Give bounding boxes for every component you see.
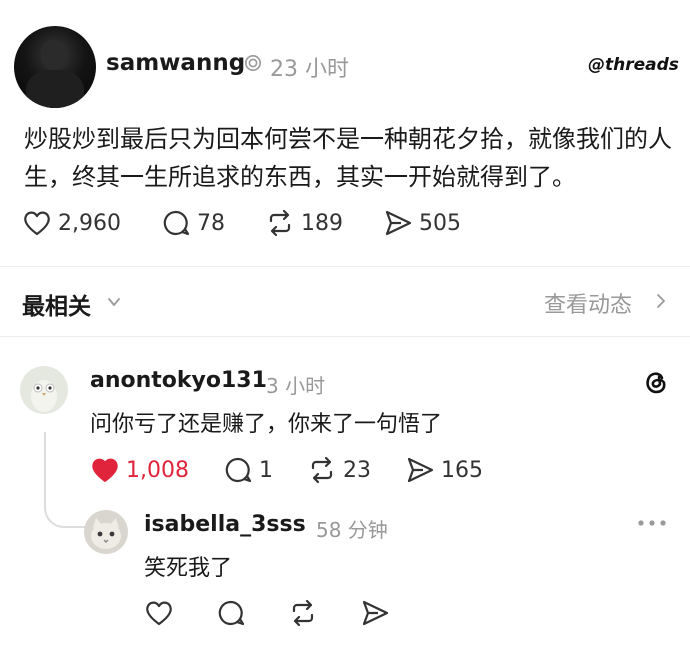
- repost-button[interactable]: 23: [307, 455, 371, 485]
- chevron-right-icon[interactable]: [654, 292, 668, 310]
- repost-count: 23: [342, 457, 371, 483]
- heart-icon: [24, 211, 50, 236]
- threads-logo-mark-icon: @: [588, 55, 605, 75]
- verified-icon: [244, 54, 262, 72]
- send-icon: [407, 457, 434, 483]
- share-button[interactable]: [360, 598, 390, 628]
- sort-dropdown[interactable]: 最相关: [22, 287, 91, 321]
- repost-icon: [292, 599, 314, 627]
- reply-thread-line: [44, 432, 86, 528]
- repost-icon: [269, 209, 291, 237]
- divider: [0, 266, 690, 267]
- reply-button[interactable]: [216, 598, 246, 628]
- repost-count: 189: [300, 210, 343, 236]
- post-author-avatar[interactable]: [14, 26, 96, 108]
- reply-author-username[interactable]: isabella_3sss: [144, 512, 306, 537]
- owl-avatar-icon: [31, 380, 57, 412]
- avatar-figure-head: [41, 40, 67, 70]
- like-count: 1,008: [126, 457, 189, 483]
- reply-author-avatar[interactable]: [84, 510, 128, 554]
- comment-bubble-icon: [163, 210, 190, 236]
- threads-logo: @threads: [588, 55, 679, 75]
- comment-action-bar: 1,008 1 23 165: [90, 455, 523, 485]
- share-button[interactable]: 505: [383, 208, 461, 238]
- repost-button[interactable]: 189: [265, 208, 343, 238]
- comment-timestamp: 3 小时: [266, 374, 326, 398]
- heart-filled-icon: [92, 458, 118, 482]
- comment-author-avatar[interactable]: [20, 366, 68, 414]
- chevron-down-icon[interactable]: [106, 294, 122, 310]
- repost-button[interactable]: [288, 598, 318, 628]
- view-activity-link[interactable]: 查看动态: [544, 287, 632, 319]
- divider: [0, 336, 690, 337]
- threads-app-icon[interactable]: [640, 366, 670, 396]
- reply-action-bar: [144, 598, 430, 628]
- heart-icon: [146, 601, 172, 626]
- post-timestamp: 23 小时: [270, 57, 349, 82]
- reply-count: 78: [196, 210, 225, 236]
- reply-body-text: 笑死我了: [144, 556, 233, 581]
- share-count: 165: [440, 457, 483, 483]
- like-button[interactable]: 2,960: [22, 208, 121, 238]
- like-count: 2,960: [58, 210, 121, 236]
- post-action-bar: 2,960 78 189 505: [22, 208, 501, 238]
- comment-bubble-icon: [218, 600, 245, 626]
- comment-author-username[interactable]: anontokyo131: [90, 368, 267, 393]
- threads-logo-text: threads: [605, 55, 679, 75]
- share-button[interactable]: 165: [405, 455, 483, 485]
- send-icon: [362, 600, 389, 626]
- avatar-figure-body: [26, 70, 84, 108]
- more-options-icon[interactable]: [636, 518, 668, 528]
- reply-button[interactable]: 1: [223, 455, 273, 485]
- post-author-username[interactable]: samwanng: [106, 50, 245, 76]
- comment-bubble-icon: [225, 457, 252, 483]
- reply-button[interactable]: 78: [161, 208, 225, 238]
- comment-body-text: 问你亏了还是赚了，你来了一句悟了: [90, 412, 443, 437]
- share-count: 505: [418, 210, 461, 236]
- repost-icon: [311, 456, 333, 484]
- like-button[interactable]: [144, 598, 174, 628]
- post-body-text: 炒股炒到最后只为回本何尝不是一种朝花夕拾，就像我们的人生，终其一生所追求的东西，…: [24, 125, 672, 191]
- send-icon: [385, 210, 412, 236]
- like-button[interactable]: 1,008: [90, 455, 189, 485]
- reply-count: 1: [258, 457, 273, 483]
- cat-avatar-icon: [91, 518, 121, 549]
- reply-timestamp: 58 分钟: [316, 518, 388, 542]
